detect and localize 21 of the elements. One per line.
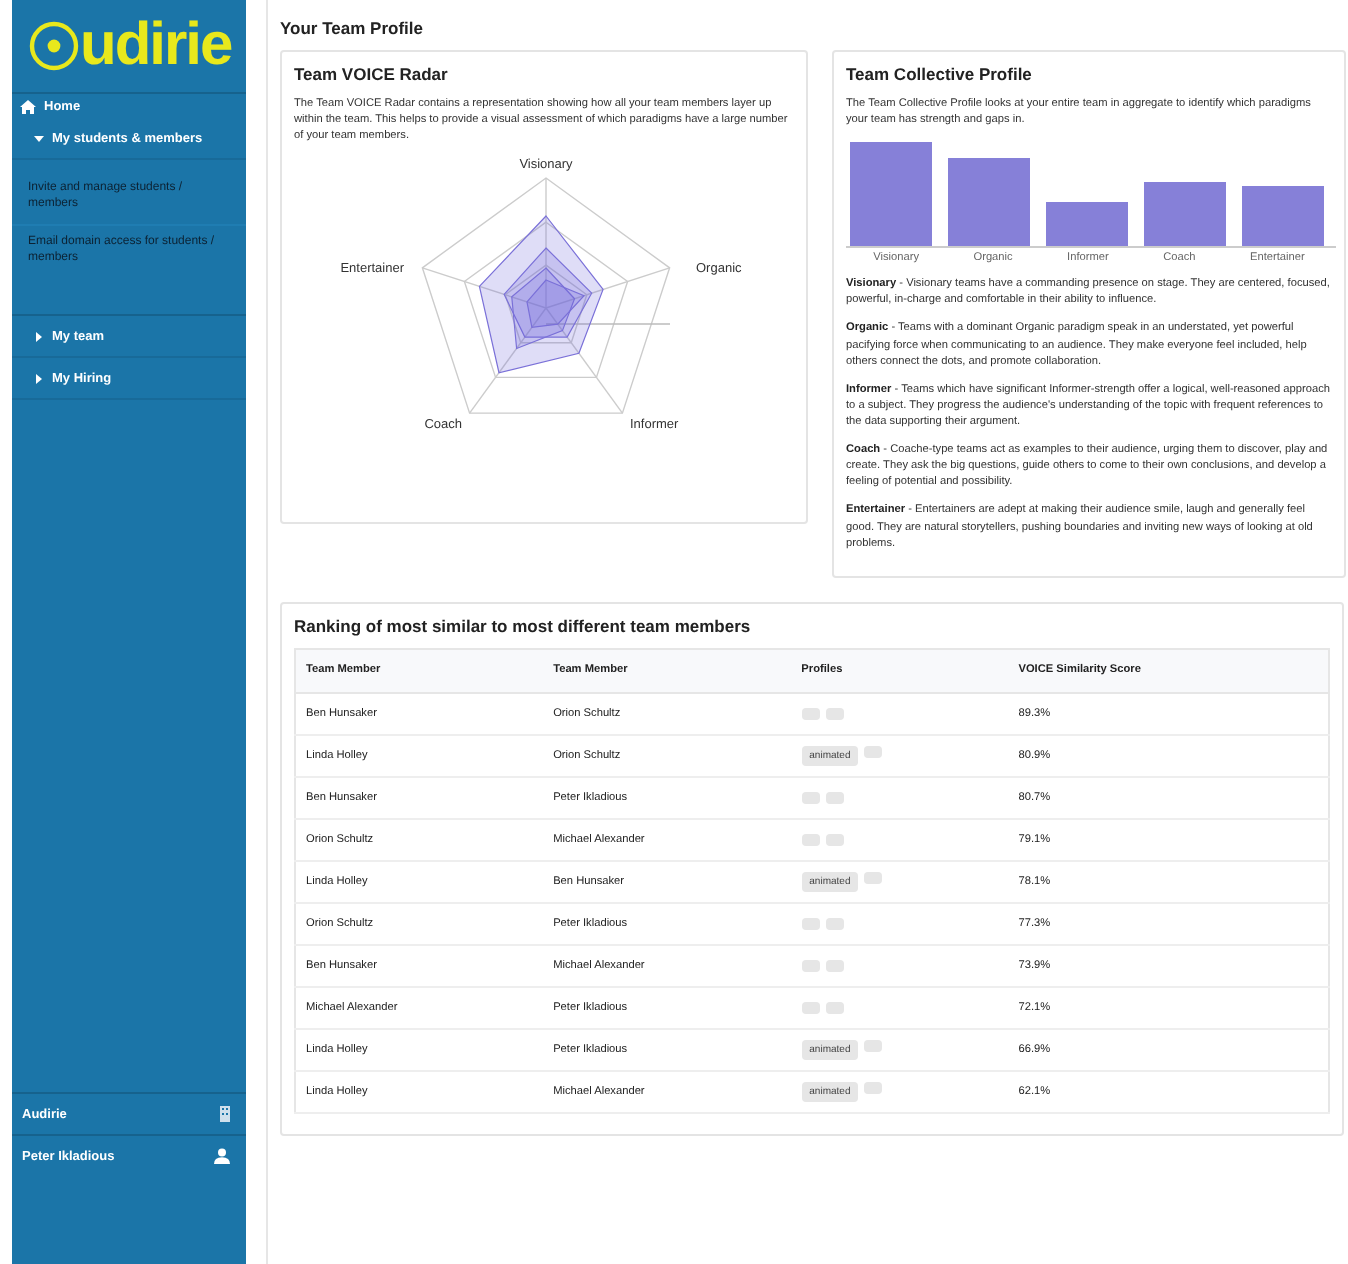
profile-placeholder [864, 1081, 883, 1094]
caret-icon [34, 373, 44, 383]
card-title: Team Collective Profile [846, 64, 1034, 84]
caret-icon [34, 133, 44, 143]
logo-text: udirie [80, 16, 232, 76]
home-icon [20, 99, 36, 113]
bar [1046, 202, 1128, 247]
bar [1242, 186, 1324, 247]
building-icon [220, 1106, 230, 1122]
bar [1144, 182, 1226, 247]
profile-placeholder [864, 871, 883, 884]
logo-ring-icon [28, 20, 80, 72]
card-title: Team VOICE Radar [294, 64, 450, 84]
bar [850, 142, 932, 247]
card-title: Ranking of most similar to most different team members [294, 615, 753, 636]
profile-placeholder [864, 1039, 883, 1052]
bar [948, 158, 1030, 247]
profile-placeholder [864, 745, 883, 758]
page-title: Your Team Profile [280, 18, 425, 38]
user-icon [214, 1148, 230, 1164]
caret-icon [34, 331, 44, 341]
